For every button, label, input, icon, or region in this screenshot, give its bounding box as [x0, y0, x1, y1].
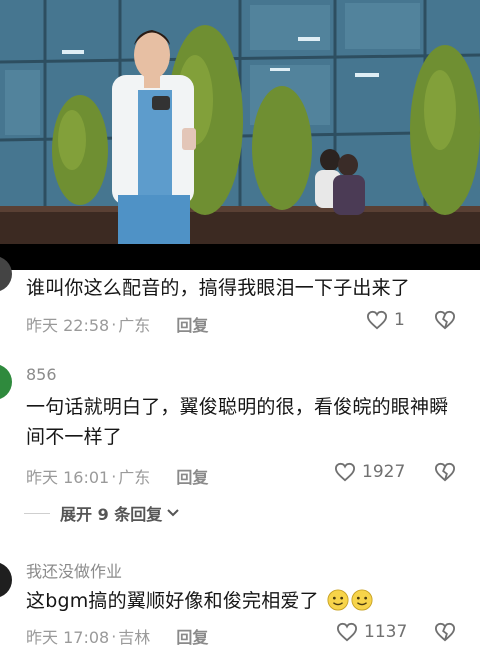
video-frame[interactable]: [0, 0, 480, 244]
like-count: 1137: [364, 622, 408, 642]
dislike-button[interactable]: [434, 462, 456, 486]
comment-meta: 昨天 22:58 · 广东 回复: [26, 312, 208, 336]
comment-time: 昨天 16:01: [26, 468, 110, 487]
chevron-down-icon: [167, 509, 179, 517]
comment-text: 这bgm搞的翼顺好像和俊完相爱了: [26, 586, 466, 616]
like-button[interactable]: 1927: [334, 462, 405, 482]
avatar[interactable]: [0, 562, 12, 598]
dislike-button[interactable]: [434, 310, 456, 334]
comment-location: 广东: [118, 468, 151, 487]
smile-emoji-icon: [351, 589, 373, 611]
reply-button[interactable]: 回复: [176, 464, 208, 488]
comment-username[interactable]: 856: [26, 365, 57, 384]
like-count: 1927: [362, 462, 406, 482]
reply-button[interactable]: 回复: [176, 312, 208, 336]
broken-heart-icon: [434, 310, 456, 330]
comment-item: 856 一句话就明白了，翼俊聪明的很，看俊皖的眼神瞬间不一样了 昨天 16:01…: [0, 360, 480, 530]
heart-icon: [366, 310, 388, 330]
expand-replies-label: 展开 9 条回复: [60, 505, 163, 524]
expand-replies-button[interactable]: 展开 9 条回复: [24, 501, 180, 525]
dislike-button[interactable]: [434, 622, 456, 646]
comment-username[interactable]: 我还没做作业: [26, 558, 122, 582]
broken-heart-icon: [434, 622, 456, 642]
video-letterbox: [0, 244, 480, 270]
comment-item: 我还没做作业 这bgm搞的翼顺好像和俊完相爱了 昨天 17:08 · 吉林 回复…: [0, 552, 480, 647]
smile-emoji-icon: [327, 589, 349, 611]
comment-location: 广东: [118, 316, 151, 335]
meta-separator: ·: [111, 466, 117, 486]
comment-time: 昨天 17:08: [26, 628, 110, 647]
comment-meta: 昨天 16:01 · 广东 回复: [26, 464, 208, 488]
avatar[interactable]: [0, 364, 12, 400]
comment-text-content: 这bgm搞的翼顺好像和俊完相爱了: [26, 590, 319, 612]
meta-separator: ·: [111, 626, 117, 646]
video-scene: [0, 0, 480, 244]
comment-meta: 昨天 17:08 · 吉林 回复: [26, 624, 208, 648]
like-button[interactable]: 1137: [336, 622, 407, 642]
meta-separator: ·: [111, 314, 117, 334]
heart-icon: [336, 622, 358, 642]
comment-location: 吉林: [118, 628, 151, 647]
comment-text: 一句话就明白了，翼俊聪明的很，看俊皖的眼神瞬间不一样了: [26, 396, 449, 448]
reply-button[interactable]: 回复: [176, 624, 208, 648]
expand-divider: [24, 512, 50, 514]
like-count: 1: [394, 310, 405, 330]
broken-heart-icon: [434, 462, 456, 482]
comment-item: 谁叫你这么配音的，搞得我眼泪一下子出来了 昨天 22:58 · 广东 回复 1: [0, 256, 480, 350]
comment-text: 谁叫你这么配音的，搞得我眼泪一下子出来了: [26, 277, 411, 299]
like-button[interactable]: 1: [366, 310, 405, 330]
heart-icon: [334, 462, 356, 482]
comment-time: 昨天 22:58: [26, 316, 110, 335]
